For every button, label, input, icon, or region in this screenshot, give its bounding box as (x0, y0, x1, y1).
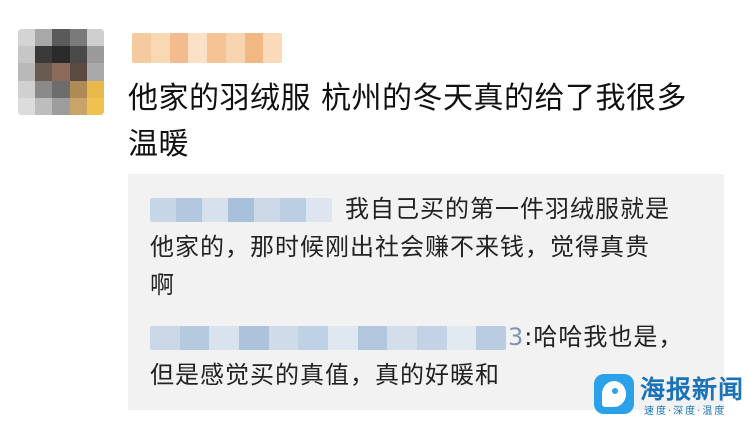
watermark-logo: 海报新闻 速度·深度·温度 (594, 370, 744, 418)
reply-line: 他家的，那时候刚出社会赚不来钱，觉得真贵 (150, 233, 650, 261)
commenter-name-blurred[interactable] (132, 33, 282, 63)
reply-line: 我自己买的第一件羽绒服就是 (345, 195, 670, 223)
penguin-logo-icon (594, 374, 634, 414)
watermark-slogan: 速度·深度·温度 (644, 406, 727, 417)
comment-line: 温暖 (128, 127, 189, 162)
reply-1: 我自己买的第一件羽绒服就是 他家的，那时候刚出社会赚不来钱，觉得真贵 啊 (150, 190, 710, 304)
watermark-name: 海报新闻 (640, 375, 745, 404)
comment-body: 他家的羽绒服 杭州的冬天真的给了我很多 温暖 (128, 76, 728, 168)
comment-line: 他家的羽绒服 杭州的冬天真的给了我很多 (128, 81, 688, 116)
reply-line: 3:哈哈我也是， (508, 323, 684, 351)
reply-author-suffix[interactable]: 3 (508, 323, 524, 351)
reply-line: 啊 (150, 271, 175, 299)
commenter-avatar[interactable] (18, 29, 104, 115)
